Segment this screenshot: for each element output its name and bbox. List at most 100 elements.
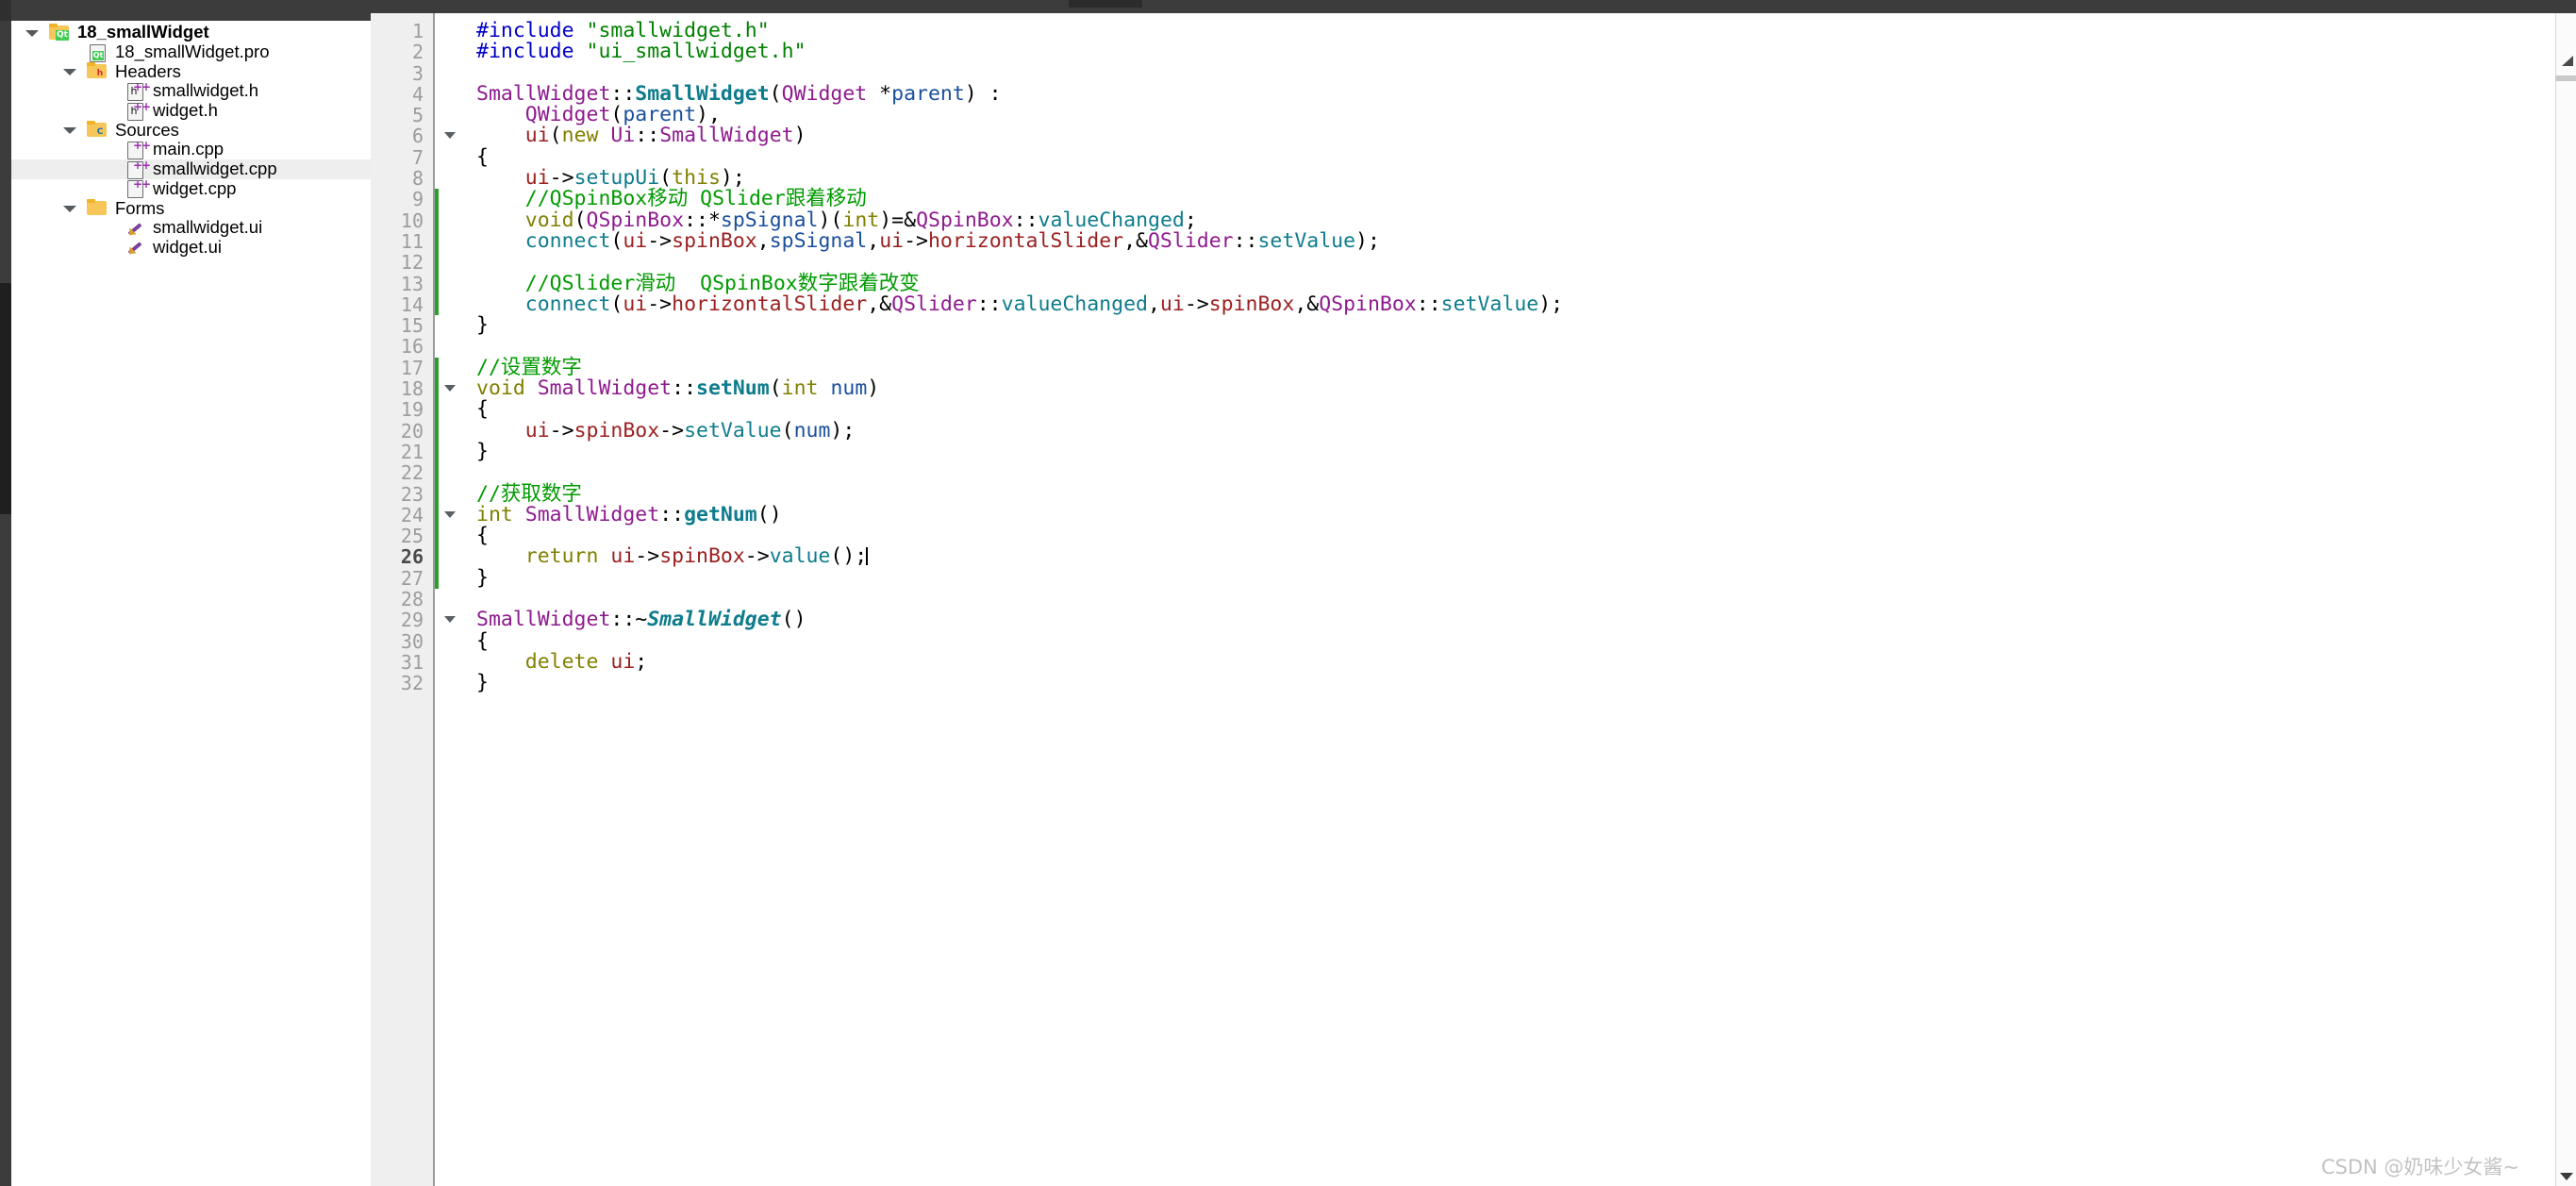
code-text[interactable]: #include "smallwidget.h" #include "ui_sma… xyxy=(471,13,2576,1186)
fold-margin-row[interactable] xyxy=(435,294,471,315)
code-line[interactable]: //设置数字 xyxy=(476,357,2576,378)
fold-margin-row[interactable] xyxy=(435,315,471,336)
fold-and-change-margin[interactable] xyxy=(435,13,471,1186)
code-line[interactable]: connect(ui->horizontalSlider,&QSlider::v… xyxy=(476,293,2576,315)
code-line[interactable]: delete ui; xyxy=(476,651,2576,673)
tree-item-widget-ui[interactable]: widget.ui xyxy=(11,237,371,258)
fold-margin-row[interactable] xyxy=(435,252,471,273)
fold-margin-row[interactable] xyxy=(435,399,471,420)
fold-margin-row[interactable] xyxy=(435,105,471,125)
code-line[interactable]: int SmallWidget::getNum() xyxy=(476,504,2576,526)
file-qt-icon: Qt xyxy=(87,43,108,62)
code-line[interactable] xyxy=(476,462,2576,483)
fold-margin-row[interactable] xyxy=(435,147,471,168)
code-line[interactable]: return ui->spinBox->value(); xyxy=(476,546,2576,567)
code-line[interactable]: } xyxy=(476,567,2576,589)
tree-item-smallwidget-h[interactable]: ++ h smallwidget.h xyxy=(11,80,371,101)
fold-margin-row[interactable] xyxy=(435,526,471,546)
fold-margin-row[interactable] xyxy=(435,652,471,673)
chevron-down-icon[interactable] xyxy=(62,64,76,78)
fold-margin-row[interactable] xyxy=(435,358,471,378)
code-line[interactable] xyxy=(476,589,2576,610)
code-line[interactable] xyxy=(476,63,2576,84)
fold-margin-row[interactable] xyxy=(435,546,471,567)
fold-margin-row[interactable] xyxy=(435,505,471,526)
code-line[interactable]: #include "ui_smallwidget.h" xyxy=(476,42,2576,62)
tree-item-main-cpp[interactable]: ++ main.cpp xyxy=(11,139,371,159)
code-line[interactable]: QWidget(parent), xyxy=(476,104,2576,125)
fold-margin-row[interactable] xyxy=(435,63,471,84)
tree-item-forms[interactable]: Forms xyxy=(11,198,371,218)
code-line[interactable]: } xyxy=(476,672,2576,693)
fold-margin-row[interactable] xyxy=(435,274,471,294)
code-line[interactable]: { xyxy=(476,525,2576,546)
code-line[interactable]: connect(ui->spinBox,spSignal,ui->horizon… xyxy=(476,230,2576,252)
code-line[interactable]: #include "smallwidget.h" xyxy=(476,20,2576,42)
fold-triangle-icon[interactable] xyxy=(444,616,456,624)
fold-margin-row[interactable] xyxy=(435,42,471,62)
sidebar-vertical-scrollbar[interactable] xyxy=(0,0,11,1186)
code-line[interactable] xyxy=(476,336,2576,357)
tree-item-18-smallwidget[interactable]: Qt 18_smallWidget xyxy=(11,22,371,42)
tree-item-smallwidget-cpp[interactable]: ++ smallwidget.cpp xyxy=(11,159,371,179)
code-line[interactable]: SmallWidget::~SmallWidget() xyxy=(476,610,2576,631)
tree-item-smallwidget-ui[interactable]: smallwidget.ui xyxy=(11,217,371,238)
code-line[interactable]: ui->spinBox->setValue(num); xyxy=(476,420,2576,442)
fold-triangle-icon[interactable] xyxy=(444,132,456,140)
tree-item-18-smallwidget-pro[interactable]: Qt 18_smallWidget.pro xyxy=(11,42,371,62)
editor-scrollbar-thumb[interactable] xyxy=(2555,75,2576,81)
code-line[interactable]: { xyxy=(476,630,2576,652)
editor-active-tab[interactable] xyxy=(1069,0,1142,8)
fold-triangle-icon[interactable] xyxy=(444,510,456,518)
fold-margin-row[interactable] xyxy=(435,442,471,462)
fold-margin-row[interactable] xyxy=(435,610,471,630)
chevron-down-icon[interactable] xyxy=(62,123,76,137)
fold-margin-row[interactable] xyxy=(435,421,471,442)
chevron-down-icon[interactable] xyxy=(62,201,76,215)
code-line[interactable] xyxy=(476,252,2576,273)
sidebar-scrollbar-thumb[interactable] xyxy=(0,283,11,514)
tree-item-sources[interactable]: C Sources xyxy=(11,120,371,140)
fold-margin-row[interactable] xyxy=(435,21,471,42)
code-line[interactable]: SmallWidget::SmallWidget(QWidget *parent… xyxy=(476,83,2576,105)
chevron-down-icon[interactable] xyxy=(25,25,39,40)
code-line[interactable]: } xyxy=(476,314,2576,336)
tree-item-widget-cpp[interactable]: ++ widget.cpp xyxy=(11,177,371,199)
code-line[interactable]: { xyxy=(476,146,2576,168)
tree-item-widget-h[interactable]: ++ h widget.h xyxy=(11,100,371,121)
fold-margin-row[interactable] xyxy=(435,125,471,146)
editor-tab-bar[interactable] xyxy=(371,0,2576,13)
fold-margin-row[interactable] xyxy=(435,631,471,652)
line-number: 5 xyxy=(411,104,424,127)
code-line[interactable]: void(QSpinBox::*spSignal)(int)=&QSpinBox… xyxy=(476,209,2576,231)
fold-margin-row[interactable] xyxy=(435,568,471,589)
code-line[interactable]: } xyxy=(476,441,2576,462)
fold-margin-row[interactable] xyxy=(435,189,471,209)
fold-margin-row[interactable] xyxy=(435,673,471,693)
fold-margin-row[interactable] xyxy=(435,84,471,105)
fold-margin-row[interactable] xyxy=(435,336,471,357)
fold-margin-row[interactable] xyxy=(435,462,471,483)
editor-vertical-scrollbar[interactable] xyxy=(2555,13,2576,1186)
fold-margin-row[interactable] xyxy=(435,168,471,189)
fold-triangle-icon[interactable] xyxy=(444,385,456,393)
fold-margin-row[interactable] xyxy=(435,231,471,252)
code-line[interactable]: ui->setupUi(this); xyxy=(476,167,2576,189)
code-line[interactable]: //QSpinBox移动 QSlider跟着移动 xyxy=(476,189,2576,209)
fold-margin-row[interactable] xyxy=(435,484,471,505)
code-line[interactable]: //QSlider滑动 QSpinBox数字跟着改变 xyxy=(476,273,2576,294)
chevron-down-icon[interactable] xyxy=(2560,1173,2573,1180)
fold-margin-row[interactable] xyxy=(435,210,471,231)
tree-item-headers[interactable]: h Headers xyxy=(11,61,371,81)
fold-margin-row[interactable] xyxy=(435,378,471,399)
line-number: 9 xyxy=(411,188,424,211)
code-line[interactable]: ui(new Ui::SmallWidget) xyxy=(476,125,2576,147)
fold-margin-row[interactable] xyxy=(435,589,471,610)
code-line[interactable]: { xyxy=(476,399,2576,421)
code-line[interactable]: //获取数字 xyxy=(476,483,2576,505)
code-line[interactable]: void SmallWidget::setNum(int num) xyxy=(476,377,2576,399)
